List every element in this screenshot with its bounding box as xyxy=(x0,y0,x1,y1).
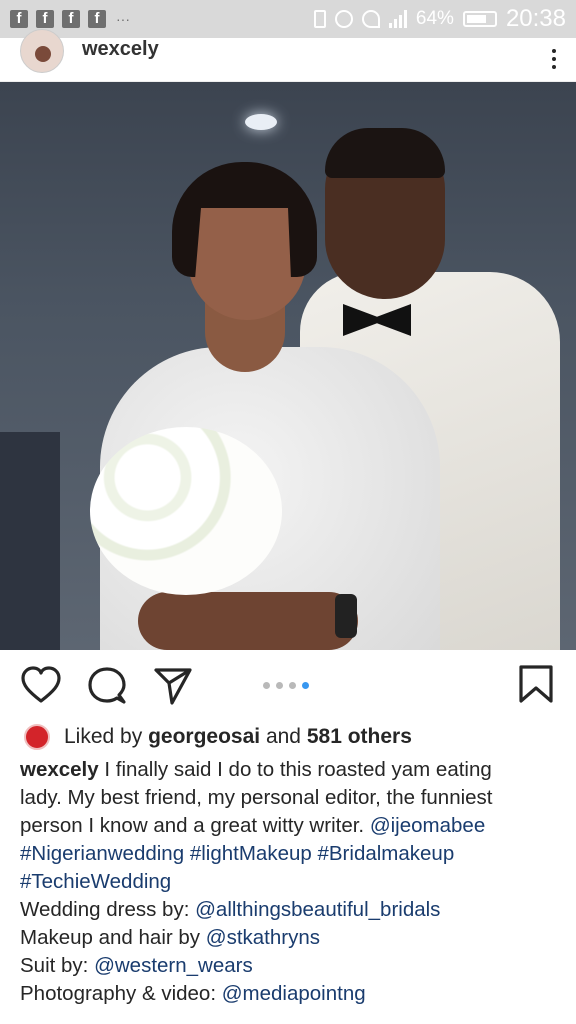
battery-percent: 64% xyxy=(415,8,454,29)
facebook-notification-icon: f xyxy=(36,10,54,28)
credit-label: Wedding dress by: xyxy=(20,898,196,921)
credit-label: Suit by: xyxy=(20,954,95,977)
carousel-dot xyxy=(276,682,283,689)
hashtag-link[interactable]: #TechieWedding xyxy=(20,870,171,893)
carousel-indicator xyxy=(263,682,309,689)
mention-link[interactable]: @allthingsbeautiful_bridals xyxy=(195,898,440,921)
comment-icon[interactable] xyxy=(86,665,128,707)
hashtag-link[interactable]: #lightMakeup xyxy=(190,842,312,865)
credit-label: Photography & video: xyxy=(20,982,222,1005)
hands xyxy=(138,592,358,650)
liker-avatar xyxy=(24,724,50,750)
wifi-icon xyxy=(361,10,380,28)
caption: wexcely I finally said I do to this roas… xyxy=(20,756,560,1008)
vibrate-icon xyxy=(313,10,326,28)
heart-icon[interactable] xyxy=(20,665,62,707)
clock: 20:38 xyxy=(505,5,566,32)
signal-icon xyxy=(388,10,407,28)
alarm-icon xyxy=(334,10,353,28)
likes-others[interactable]: 581 others xyxy=(307,725,412,749)
post-header: wexcely xyxy=(0,28,576,82)
likes-prefix: Liked by xyxy=(64,725,143,748)
facebook-notification-icon: f xyxy=(10,10,28,28)
likes-joiner: and xyxy=(265,725,301,748)
bookmark-icon[interactable] xyxy=(518,664,554,704)
more-notifications-icon: ··· xyxy=(116,11,130,27)
hashtag-link[interactable]: #Nigerianwedding xyxy=(20,842,184,865)
mention-link[interactable]: @stkathryns xyxy=(206,926,320,949)
bouquet xyxy=(90,427,282,595)
more-vertical-icon[interactable] xyxy=(552,48,556,69)
share-icon[interactable] xyxy=(152,665,194,707)
mention-link[interactable]: @mediapointng xyxy=(222,982,366,1005)
battery-icon xyxy=(462,11,497,27)
likes-row[interactable]: Liked by georgeosai and 581 others xyxy=(24,722,564,752)
carousel-dot xyxy=(289,682,296,689)
liker-username[interactable]: georgeosai xyxy=(148,725,260,749)
mention-link[interactable]: @western_wears xyxy=(94,954,253,977)
caption-author[interactable]: wexcely xyxy=(20,758,99,781)
carousel-dot-active xyxy=(302,682,309,689)
credit-label: Makeup and hair by xyxy=(20,926,206,949)
status-bar: f f f f ··· 64% 20:38 xyxy=(0,0,576,38)
caption-text: person I know and a great witty writer. xyxy=(20,814,370,837)
background-wall xyxy=(0,432,60,650)
groom-hair xyxy=(325,128,445,178)
ceiling-light xyxy=(245,114,277,130)
post-photo[interactable] xyxy=(0,82,576,650)
hashtag-link[interactable]: #Bridalmakeup xyxy=(317,842,454,865)
post-username[interactable]: wexcely xyxy=(82,38,159,61)
avatar[interactable] xyxy=(20,28,64,73)
facebook-notification-icon: f xyxy=(62,10,80,28)
wristwatch xyxy=(335,594,357,638)
caption-text: I finally said I do to this roasted yam … xyxy=(98,758,492,781)
facebook-notification-icon: f xyxy=(88,10,106,28)
caption-text: lady. My best friend, my personal editor… xyxy=(20,786,493,809)
carousel-dot xyxy=(263,682,270,689)
mention-link[interactable]: @ijeomabee xyxy=(370,814,485,837)
